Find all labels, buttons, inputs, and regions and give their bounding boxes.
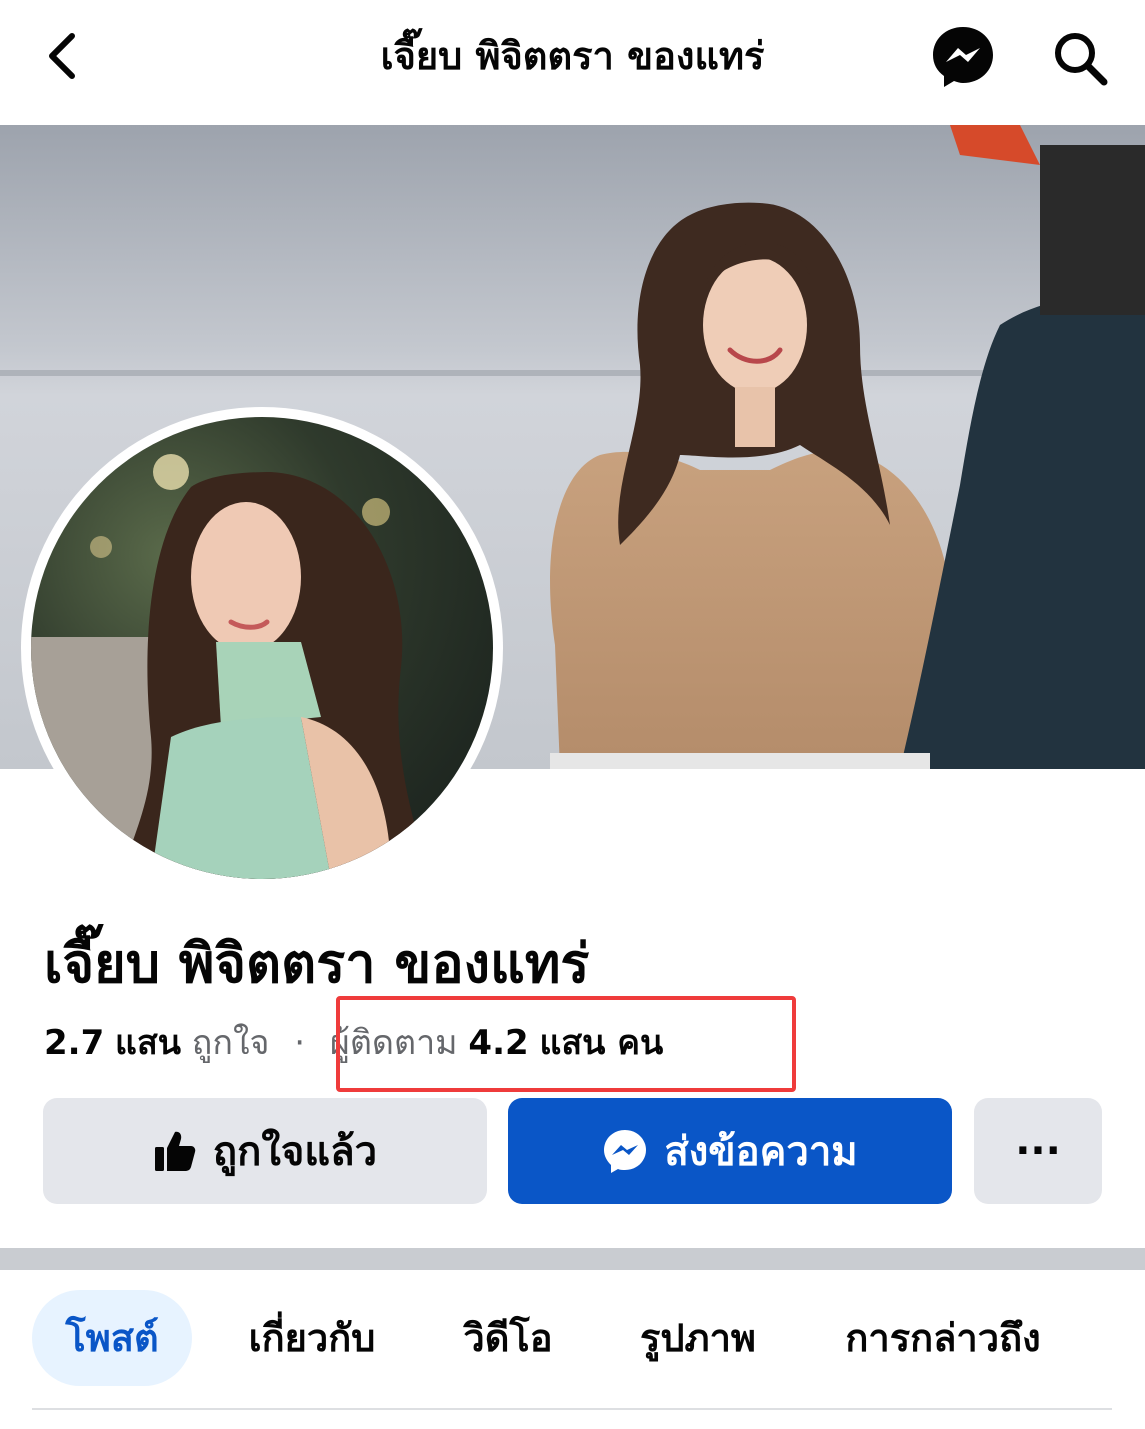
top-bar: เจี๊ยบ พิจิตตรา ของแทร่ <box>0 0 1145 125</box>
profile-tabs: โพสต์ เกี่ยวกับ วิดีโอ รูปภาพ การกล่าวถึ… <box>0 1290 1145 1390</box>
liked-button-label: ถูกใจแล้ว <box>212 1129 378 1175</box>
more-options-label: ··· <box>1015 1128 1061 1174</box>
thumbs-up-icon <box>153 1129 197 1173</box>
send-message-button[interactable]: ส่งข้อความ <box>508 1098 952 1204</box>
messenger-icon <box>602 1128 648 1174</box>
send-message-label: ส่งข้อความ <box>664 1129 858 1175</box>
profile-picture-frame[interactable] <box>21 407 503 889</box>
profile-picture[interactable] <box>31 417 493 879</box>
page-title: เจี๊ยบ พิจิตตรา ของแทร่ <box>380 34 765 78</box>
more-options-button[interactable]: ··· <box>974 1098 1102 1204</box>
tabs-underline <box>32 1408 1112 1410</box>
messenger-button[interactable] <box>930 24 996 90</box>
back-button[interactable] <box>38 30 88 82</box>
chevron-left-icon <box>49 33 75 79</box>
likes-label: ถูกใจ <box>191 1023 270 1063</box>
followers-highlight-box <box>336 996 796 1092</box>
likes-unit: แสน <box>115 1023 181 1063</box>
messenger-icon <box>933 27 993 87</box>
likes-count: 2.7 <box>44 1023 105 1063</box>
section-divider <box>0 1248 1145 1270</box>
profile-name: เจี๊ยบ พิจิตตรา ของแทร่ <box>44 932 590 995</box>
search-icon <box>1055 33 1108 86</box>
tab-about[interactable]: เกี่ยวกับ <box>232 1290 392 1386</box>
liked-button[interactable]: ถูกใจแล้ว <box>43 1098 487 1204</box>
tab-videos[interactable]: วิดีโอ <box>440 1290 576 1386</box>
search-button[interactable] <box>1050 28 1110 88</box>
tab-posts[interactable]: โพสต์ <box>32 1290 192 1386</box>
tab-photos[interactable]: รูปภาพ <box>624 1290 772 1386</box>
tab-mentions[interactable]: การกล่าวถึง <box>830 1290 1056 1386</box>
stats-separator: · <box>294 1023 306 1063</box>
